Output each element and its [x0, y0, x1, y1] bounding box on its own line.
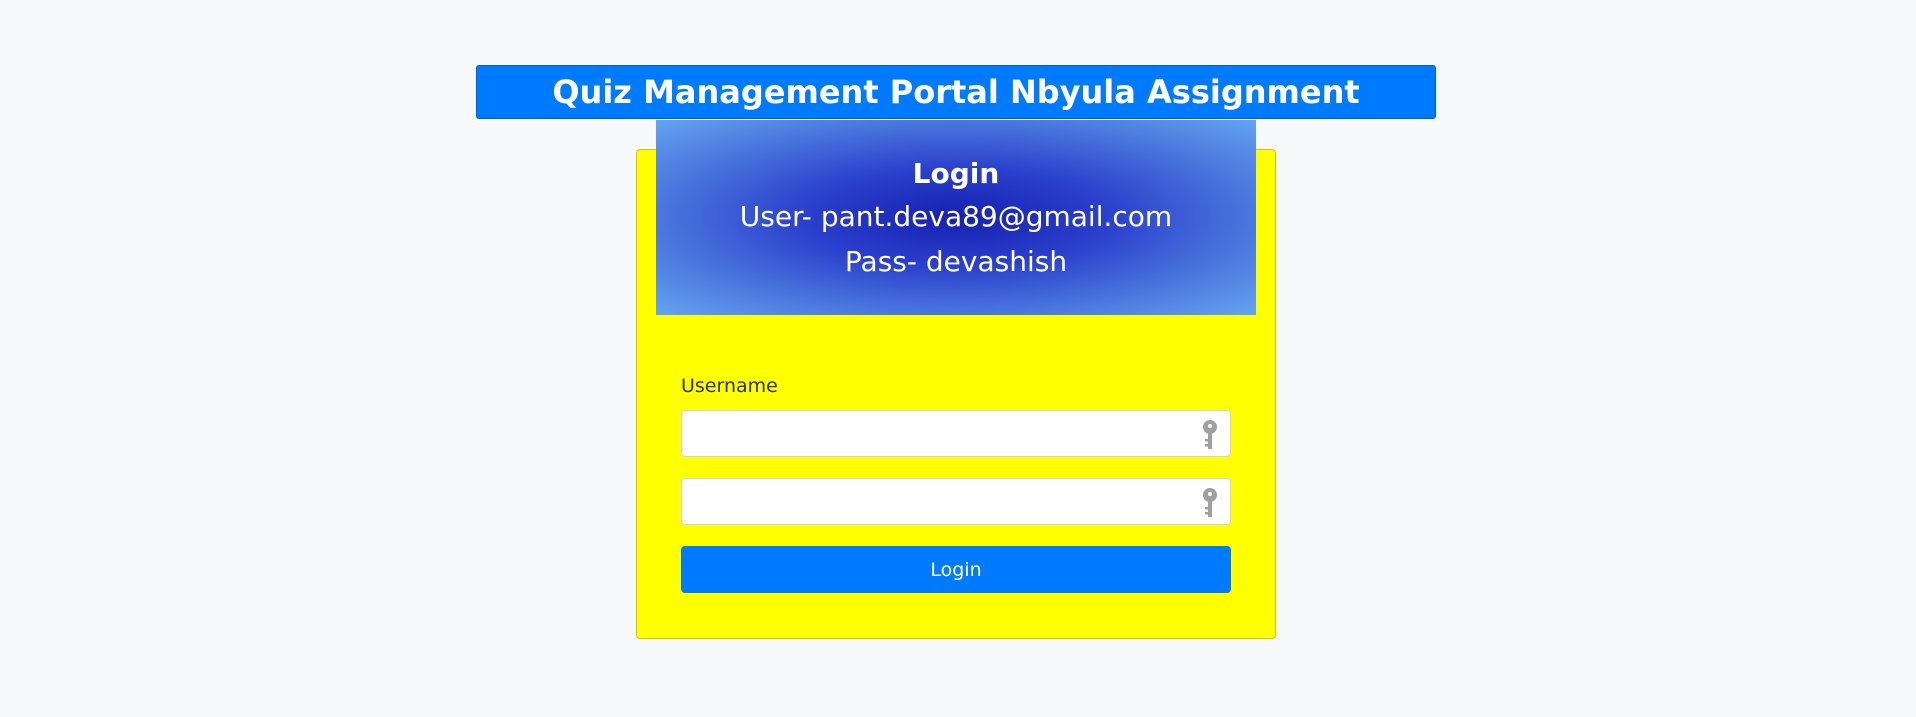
page: Quiz Management Portal Nbyula Assignment… [0, 0, 1916, 717]
password-field[interactable] [681, 478, 1231, 525]
login-title: Login [912, 157, 1000, 190]
key-icon [1203, 420, 1217, 449]
login-button[interactable]: Login [681, 546, 1231, 593]
username-label: Username [681, 375, 778, 397]
key-icon [1203, 488, 1217, 517]
password-credential-hint: Pass- devashish [844, 245, 1068, 278]
portal-title-banner: Quiz Management Portal Nbyula Assignment [476, 65, 1436, 119]
user-credential-hint: User- pant.deva89@gmail.com [739, 200, 1173, 233]
portal-title: Quiz Management Portal Nbyula Assignment [552, 73, 1360, 111]
username-input[interactable] [682, 411, 1182, 456]
password-input[interactable] [682, 479, 1182, 524]
username-field[interactable] [681, 410, 1231, 457]
login-card-header: Login User- pant.deva89@gmail.com Pass- … [656, 120, 1256, 315]
